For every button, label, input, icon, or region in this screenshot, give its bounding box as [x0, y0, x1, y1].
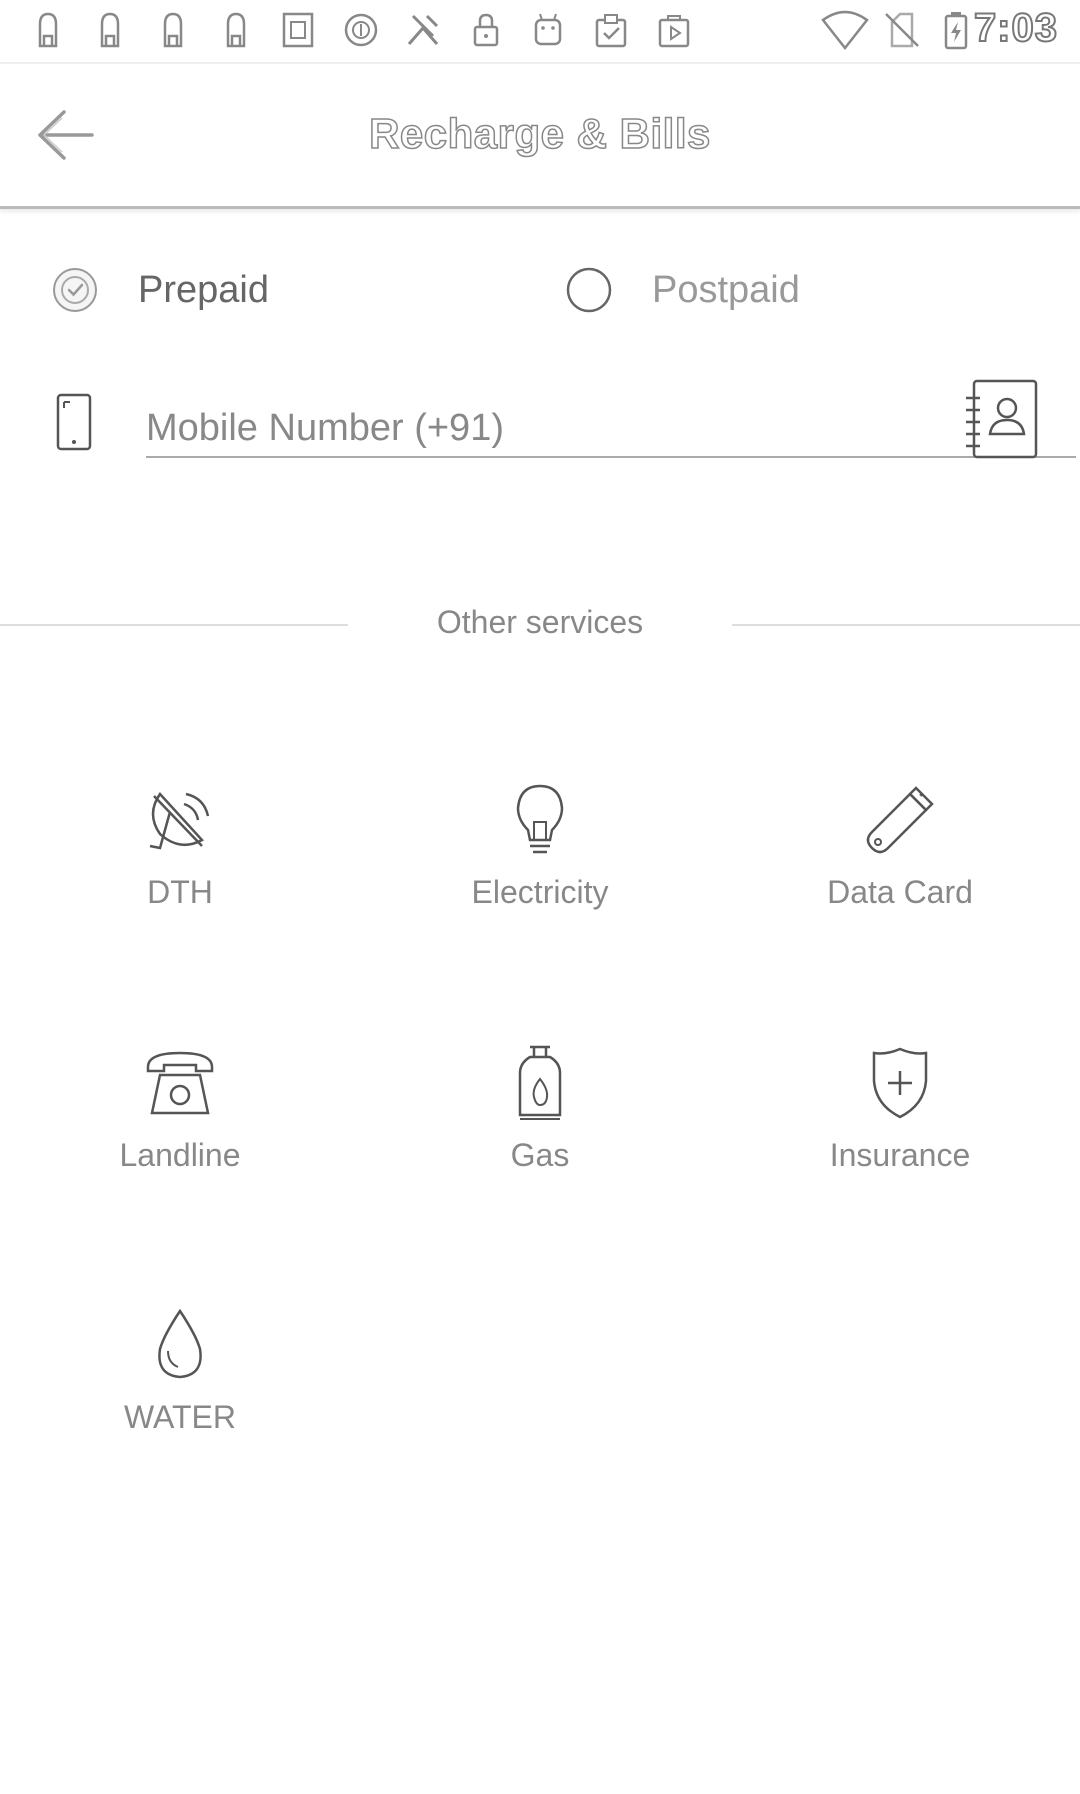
service-landline[interactable]: Landline: [0, 1043, 360, 1213]
service-label: Insurance: [829, 1137, 971, 1173]
notification-icon: [90, 10, 130, 50]
service-label: Gas: [510, 1137, 570, 1173]
vpn-icon: [341, 10, 381, 50]
lock-icon: [466, 10, 506, 50]
other-services-heading: Other services: [436, 604, 644, 640]
play-store-icon: [654, 10, 694, 50]
service-gas[interactable]: Gas: [360, 1043, 720, 1213]
wifi-icon: [820, 10, 870, 51]
contacts-book-icon[interactable]: [962, 378, 1040, 460]
light-bulb-icon: [500, 780, 580, 860]
service-data-card[interactable]: Data Card: [720, 780, 1080, 950]
notification-icon: [216, 10, 256, 50]
status-bar: 7:03: [0, 0, 1080, 64]
water-drop-icon: [140, 1305, 220, 1385]
shield-plus-icon: [860, 1043, 940, 1123]
service-label: DTH: [147, 874, 213, 910]
no-sim-icon: [882, 10, 922, 50]
postpaid-label: Postpaid: [652, 268, 800, 311]
service-label: WATER: [124, 1399, 236, 1435]
usb-dongle-icon: [860, 780, 940, 860]
check-circle-icon: [53, 268, 97, 312]
service-label: Data Card: [827, 874, 973, 910]
plan-type-selector: Prepaid Postpaid: [0, 255, 1080, 325]
app-bar: Recharge & Bills: [0, 64, 1080, 209]
mobile-phone-icon: [56, 393, 92, 451]
divider-line-right: [732, 624, 1080, 626]
telephone-icon: [140, 1043, 220, 1123]
mobile-number-row: [0, 370, 1080, 480]
mobile-number-input[interactable]: [146, 400, 1076, 458]
service-label: Electricity: [471, 874, 609, 910]
service-label: Landline: [119, 1137, 241, 1173]
battery-charging-icon: [936, 10, 976, 50]
gas-cylinder-icon: [500, 1043, 580, 1123]
service-water[interactable]: WATER: [0, 1305, 360, 1475]
postpaid-radio[interactable]: Postpaid: [566, 263, 800, 317]
prepaid-label: Prepaid: [138, 268, 269, 311]
page-title: Recharge & Bills: [368, 109, 711, 158]
service-insurance[interactable]: Insurance: [720, 1043, 1080, 1213]
android-icon: [528, 10, 568, 50]
notification-icon: [153, 10, 193, 50]
app-icon: [403, 10, 443, 50]
service-dth[interactable]: DTH: [0, 780, 360, 950]
service-electricity[interactable]: Electricity: [360, 780, 720, 950]
radio-unchecked-icon: [566, 267, 612, 313]
clipboard-icon: [591, 10, 631, 50]
status-time: 7:03: [973, 5, 1058, 51]
sim-toolkit-icon: [278, 10, 318, 50]
other-services-divider: Other services: [0, 600, 1080, 650]
satellite-dish-icon: [140, 780, 220, 860]
notification-icon: [28, 10, 68, 50]
prepaid-radio[interactable]: Prepaid: [52, 263, 269, 317]
